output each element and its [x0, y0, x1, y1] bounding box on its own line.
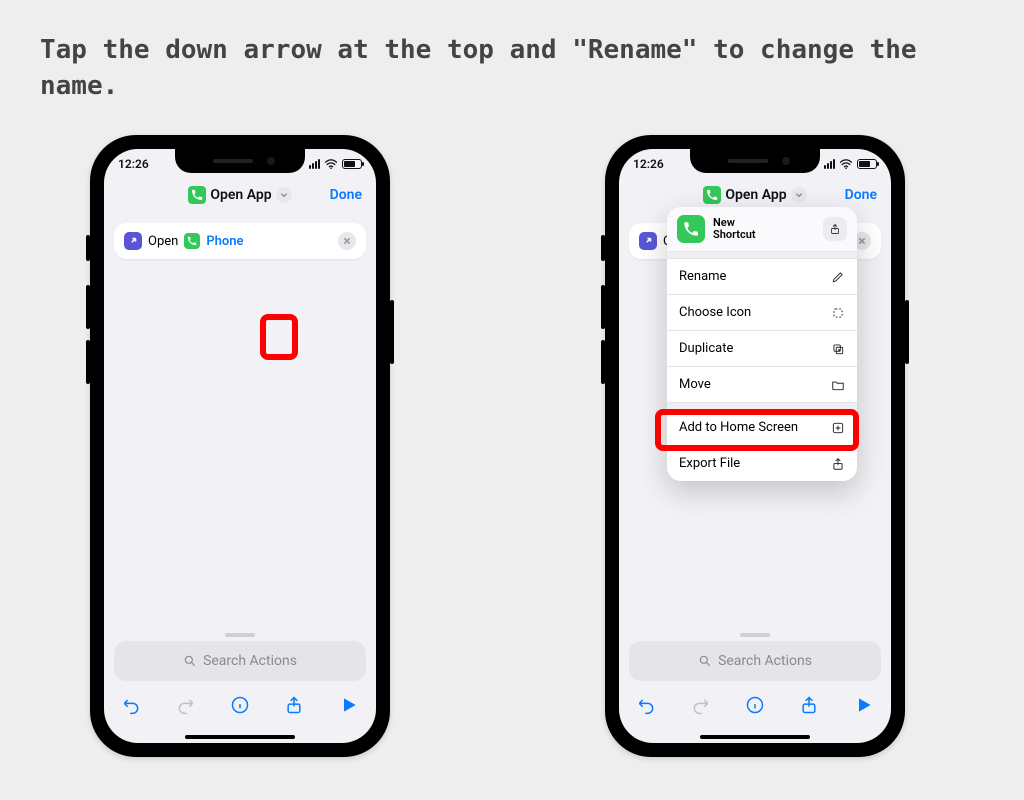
instruction-text: Tap the down arrow at the top and "Renam…: [40, 32, 984, 105]
status-time: 12:26: [633, 157, 664, 171]
run-button[interactable]: [854, 695, 874, 719]
phone-app-icon: [703, 186, 721, 204]
done-button[interactable]: Done: [845, 187, 877, 203]
plus-square-icon: [831, 421, 845, 435]
run-button[interactable]: [339, 695, 359, 719]
editor-header: Open App Done: [104, 175, 376, 215]
home-indicator[interactable]: [185, 735, 295, 739]
menu-item-label: Move: [679, 377, 711, 392]
bottom-toolbar: [104, 687, 376, 727]
home-indicator[interactable]: [700, 735, 810, 739]
phone-small-icon: [184, 233, 200, 249]
chevron-down-icon[interactable]: [791, 187, 807, 203]
folder-icon: [831, 378, 845, 392]
search-placeholder: Search Actions: [203, 653, 297, 669]
bottom-toolbar: [619, 687, 891, 727]
header-title: Open App: [210, 187, 271, 203]
search-placeholder: Search Actions: [718, 653, 812, 669]
menu-item-choose-icon[interactable]: Choose Icon: [667, 294, 857, 330]
menu-item-label: Export File: [679, 456, 740, 471]
undo-button[interactable]: [121, 695, 141, 719]
signal-icon: [309, 159, 320, 169]
menu-item-label: Choose Icon: [679, 305, 751, 320]
battery-icon: [857, 159, 877, 169]
open-action-icon: [124, 232, 142, 250]
menu-item-add-home[interactable]: Add to Home Screen: [667, 409, 857, 445]
shortcut-context-menu: New Shortcut Rename Choose Icon Duplicat…: [667, 207, 857, 481]
export-icon: [831, 457, 845, 471]
menu-item-label: Add to Home Screen: [679, 420, 798, 435]
remove-action-button[interactable]: [338, 232, 356, 250]
menu-item-move[interactable]: Move: [667, 366, 857, 402]
phone-app-icon: [188, 186, 206, 204]
redo-button: [176, 695, 196, 719]
phone-frame-left: 12:26 Open App Done Op: [90, 135, 390, 757]
wifi-icon: [324, 159, 338, 169]
status-time: 12:26: [118, 157, 149, 171]
header-title: Open App: [725, 187, 786, 203]
notch: [175, 149, 305, 173]
duplicate-icon: [831, 342, 845, 356]
phone-frame-right: 12:26 Open App Done O: [605, 135, 905, 757]
menu-item-duplicate[interactable]: Duplicate: [667, 330, 857, 366]
share-button[interactable]: [799, 695, 819, 719]
menu-title-line2: Shortcut: [713, 229, 756, 241]
menu-share-button[interactable]: [823, 217, 847, 241]
pencil-icon: [831, 270, 845, 284]
shortcut-phone-icon: [677, 215, 705, 243]
search-actions-input[interactable]: Search Actions: [114, 641, 366, 681]
share-button[interactable]: [284, 695, 304, 719]
menu-item-label: Rename: [679, 269, 726, 284]
open-action-icon: [639, 232, 657, 250]
menu-header: New Shortcut: [667, 207, 857, 251]
chevron-down-icon[interactable]: [276, 187, 292, 203]
battery-icon: [342, 159, 362, 169]
signal-icon: [824, 159, 835, 169]
menu-item-export[interactable]: Export File: [667, 445, 857, 481]
menu-item-rename[interactable]: Rename: [667, 258, 857, 294]
done-button[interactable]: Done: [330, 187, 362, 203]
action-open-label: Open: [148, 234, 178, 249]
action-app-link[interactable]: Phone: [206, 234, 243, 249]
info-button[interactable]: [230, 695, 250, 719]
sheet-grabber[interactable]: [225, 633, 255, 637]
sheet-grabber[interactable]: [740, 633, 770, 637]
wifi-icon: [839, 159, 853, 169]
menu-item-label: Duplicate: [679, 341, 733, 356]
search-actions-input[interactable]: Search Actions: [629, 641, 881, 681]
undo-button[interactable]: [636, 695, 656, 719]
icon-picker-icon: [831, 306, 845, 320]
action-card[interactable]: Open Phone: [114, 223, 366, 259]
redo-button: [691, 695, 711, 719]
info-button[interactable]: [745, 695, 765, 719]
notch: [690, 149, 820, 173]
